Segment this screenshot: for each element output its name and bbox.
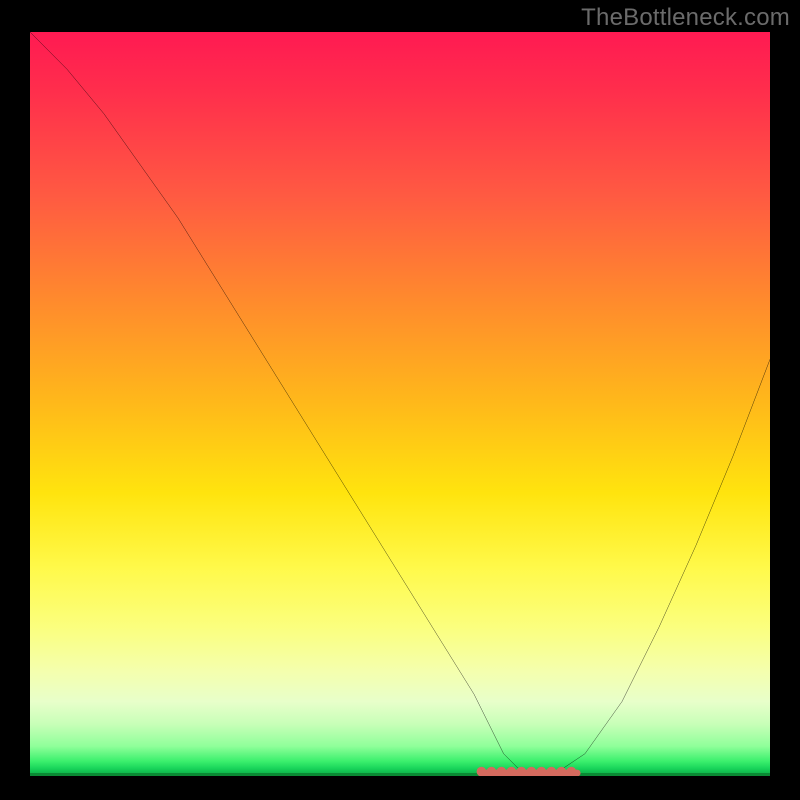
optimal-dot [487,767,497,776]
optimal-dot [537,767,547,776]
bottleneck-curve [30,32,770,776]
optimal-dot [557,767,567,776]
plot-area [30,32,770,776]
attribution-label: TheBottleneck.com [581,4,790,32]
curve-group [30,32,770,776]
optimal-dot [507,767,517,776]
optimal-dot [547,767,557,776]
optimal-range-dots [477,767,581,776]
optimal-dot [567,767,577,776]
optimal-dot [477,767,487,776]
optimal-dot [527,767,537,776]
bottleneck-curve-svg [30,32,770,776]
chart-frame: TheBottleneck.com [0,0,800,800]
optimal-dot [497,767,507,776]
optimal-dot [517,767,527,776]
